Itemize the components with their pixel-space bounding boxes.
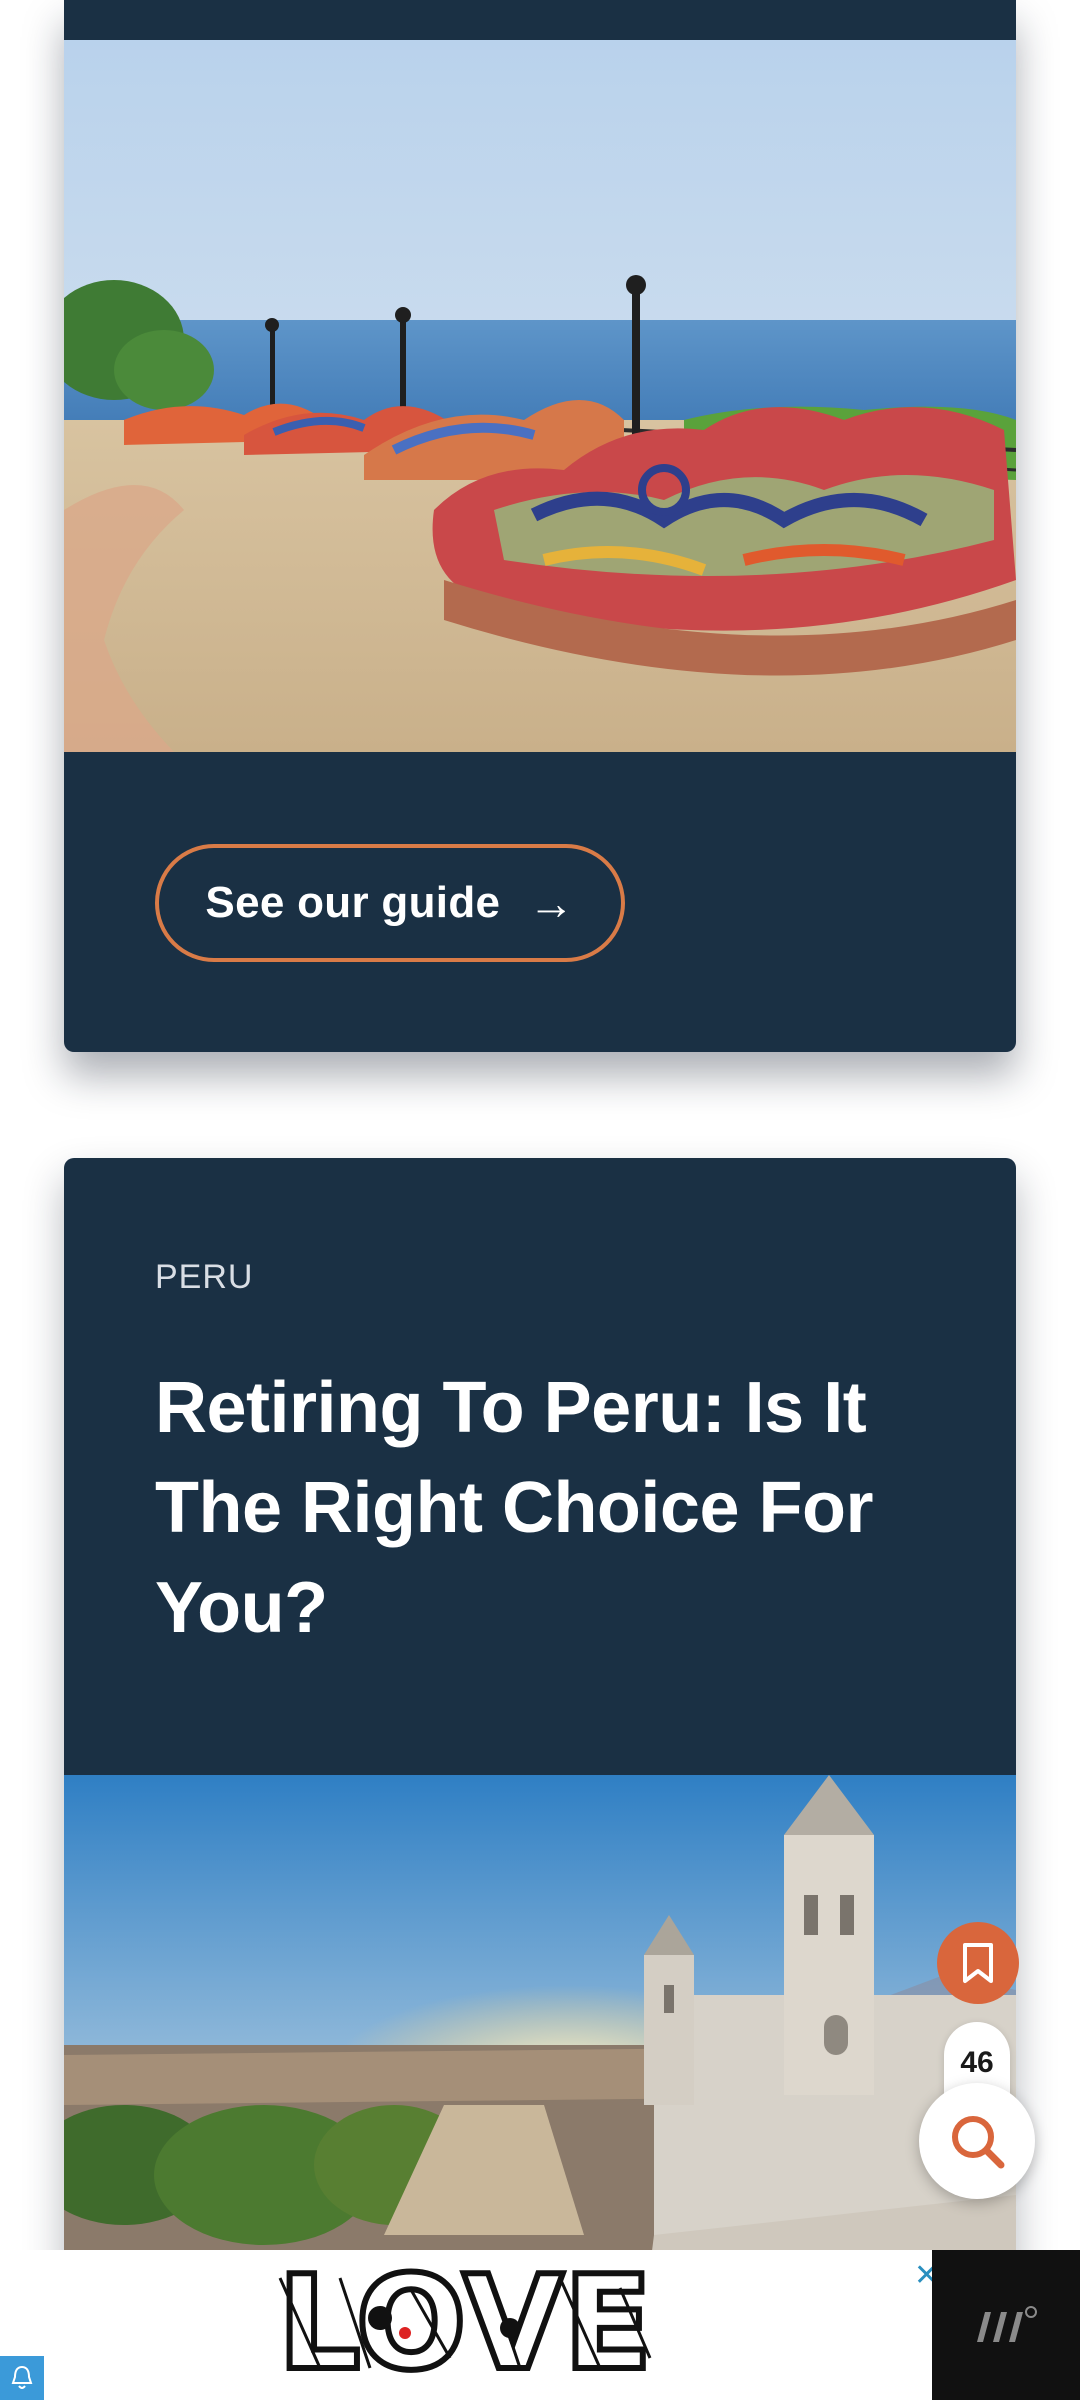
guide-card: See our guide → <box>64 0 1016 1052</box>
share-count: 46 <box>960 2046 994 2079</box>
ad-brand-panel[interactable] <box>932 2250 1080 2400</box>
bookmark-button[interactable] <box>937 1922 1019 2004</box>
see-our-guide-button[interactable]: See our guide → <box>155 844 625 962</box>
article-card[interactable]: PERU Retiring To Peru: Is It The Right C… <box>64 1158 1016 2400</box>
ad-banner[interactable]: LOVE ✕ <box>0 2250 1080 2400</box>
arrow-right-icon: → <box>528 877 575 929</box>
brand-logo-icon <box>977 2306 1037 2342</box>
bell-icon <box>11 2365 33 2389</box>
article-title[interactable]: Retiring To Peru: Is It The Right Choice… <box>155 1358 955 1658</box>
search-button[interactable] <box>919 2083 1035 2199</box>
search-icon <box>952 2116 1005 2169</box>
love-artwork-image: LOVE <box>275 2258 656 2392</box>
park-mosaic-image <box>64 40 1016 752</box>
ad-notification-button[interactable] <box>0 2356 44 2400</box>
page: See our guide → PERU Retiring To Peru: I… <box>0 0 1080 2400</box>
article-category[interactable]: PERU <box>155 1258 253 1297</box>
ad-label: LOVE <box>278 2258 653 2392</box>
bookmark-icon <box>963 1943 993 1983</box>
guide-button-label: See our guide <box>205 878 501 927</box>
